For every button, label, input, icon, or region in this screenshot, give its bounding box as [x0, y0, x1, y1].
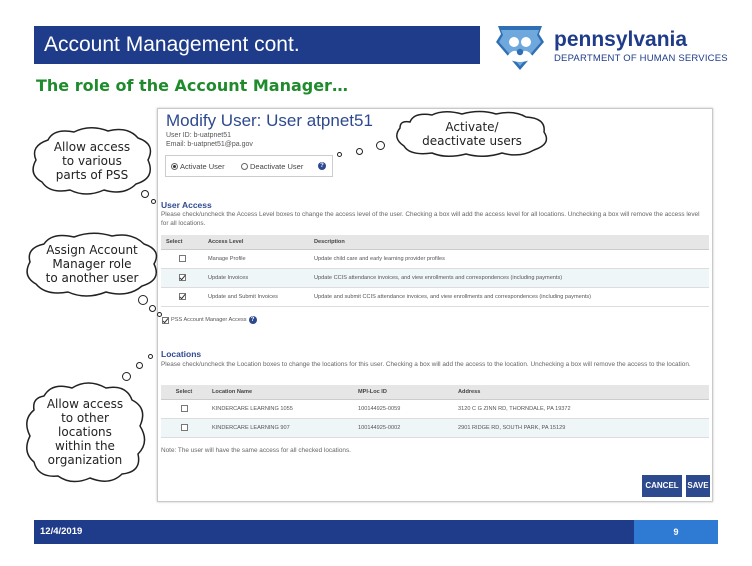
save-button[interactable]: SAVE [686, 475, 710, 497]
mpi-id-cell: 100144925-0059 [353, 399, 453, 419]
help-icon[interactable]: ? [248, 316, 257, 324]
deactivate-user-radio[interactable]: Deactivate User [241, 162, 303, 171]
pss-account-manager-option: PSS Account Manager Access ? [162, 316, 257, 324]
table-row: Update Invoices Update CCIS attendance i… [161, 268, 709, 288]
pss-account-manager-label: PSS Account Manager Access [171, 317, 247, 323]
description-cell: Update CCIS attendance invoices, and vie… [309, 268, 709, 288]
table-header-row: Select Location Name MPI-Loc ID Address [161, 385, 709, 400]
address-cell: 3120 C G ZINN RD, THORNDALE, PA 19372 [453, 399, 709, 419]
location-name-cell: KINDERCARE LEARNING 907 [207, 418, 353, 438]
access-level-cell: Update Invoices [203, 268, 309, 288]
slide-title: Account Management cont. [44, 33, 300, 56]
column-header: Select [161, 385, 207, 400]
column-header: Select [161, 235, 203, 250]
thought-bubble-dot [337, 152, 342, 157]
thought-bubble-dot [122, 372, 131, 381]
column-header: Address [453, 385, 709, 400]
slide-title-bar: Account Management cont. [34, 26, 480, 64]
user-access-instructions: Please check/uncheck the Access Level bo… [161, 211, 700, 227]
callout-activate-text: Activate/ deactivate users [422, 120, 522, 148]
thought-bubble-dot [157, 312, 162, 317]
footer-date: 12/4/2019 [40, 526, 83, 537]
locations-instructions: Please check/uncheck the Location boxes … [161, 361, 691, 368]
keystone-family-icon [496, 26, 544, 70]
radio-selected-icon [171, 163, 178, 170]
description-cell: Update child care and early learning pro… [309, 249, 709, 269]
page-number: 9 [634, 520, 718, 544]
user-access-heading: User Access [161, 200, 212, 210]
thought-bubble-dot [141, 190, 149, 198]
logo-department: DEPARTMENT OF HUMAN SERVICES [554, 53, 728, 64]
mpi-id-cell: 100144925-0002 [353, 418, 453, 438]
locations-heading: Locations [161, 349, 202, 359]
thought-bubble-dot [136, 362, 143, 369]
thought-bubble-dot [138, 295, 148, 305]
thought-bubble-dot [148, 354, 153, 359]
locations-table: Select Location Name MPI-Loc ID Address … [161, 385, 709, 438]
location-name-cell: KINDERCARE LEARNING 1055 [207, 399, 353, 419]
help-icon[interactable]: ? [318, 162, 326, 170]
callout-access-text: Allow access to various parts of PSS [53, 140, 131, 182]
locations-note: Note: The user will have the same access… [161, 447, 351, 454]
pa-dhs-logo: pennsylvania DEPARTMENT OF HUMAN SERVICE… [488, 22, 738, 72]
access-level-cell: Update and Submit Invoices [203, 287, 309, 307]
slide-subtitle: The role of the Account Manager… [36, 76, 348, 95]
update-invoices-checkbox[interactable] [178, 274, 186, 281]
location-checkbox[interactable] [180, 405, 188, 412]
access-level-table: Select Access Level Description Manage P… [161, 235, 709, 307]
cancel-button[interactable]: CANCEL [642, 475, 682, 497]
column-header: Location Name [207, 385, 353, 400]
thought-bubble-dot [356, 148, 363, 155]
thought-bubble-dot [149, 305, 156, 312]
logo-wordmark: pennsylvania [554, 28, 688, 51]
slide-footer: 12/4/2019 9 [34, 520, 718, 544]
column-header: Access Level [203, 235, 309, 250]
slide: Account Management cont. pennsylvania DE… [0, 0, 752, 566]
location-checkbox[interactable] [180, 424, 188, 431]
access-level-cell: Manage Profile [203, 249, 309, 269]
column-header: MPI-Loc ID [353, 385, 453, 400]
activate-user-radio[interactable]: Activate User [171, 162, 225, 171]
thought-bubble-dot [151, 199, 156, 204]
callout-assign-text: Assign Account Manager role to another u… [45, 243, 139, 285]
table-row: Update and Submit Invoices Update and su… [161, 287, 709, 307]
radio-unselected-icon [241, 163, 248, 170]
user-id-text: User ID: b-uatpnet51 [166, 132, 231, 139]
callout-activate: Activate/ deactivate users [392, 110, 552, 158]
description-cell: Update and submit CCIS attendance invoic… [309, 287, 709, 307]
user-email-text: Email: b-uatpnet51@pa.gov [166, 141, 253, 148]
deactivate-user-label: Deactivate User [250, 162, 304, 171]
callout-assign: Assign Account Manager role to another u… [22, 232, 162, 298]
table-header-row: Select Access Level Description [161, 235, 709, 250]
thought-bubble-dot [376, 141, 385, 150]
update-submit-invoices-checkbox[interactable] [178, 293, 186, 300]
table-row: KINDERCARE LEARNING 907 100144925-0002 2… [161, 418, 709, 438]
modify-user-screen: Modify User: User atpnet51 User ID: b-ua… [157, 108, 713, 502]
table-row: KINDERCARE LEARNING 1055 100144925-0059 … [161, 399, 709, 419]
activation-radio-group: Activate User Deactivate User ? [165, 155, 333, 177]
column-header: Description [309, 235, 709, 250]
address-cell: 2901 RIDGE RD, SOUTH PARK, PA 15129 [453, 418, 709, 438]
callout-locations: Allow access to other locations within t… [22, 380, 148, 484]
modify-user-title: Modify User: User atpnet51 [166, 111, 373, 130]
activate-user-label: Activate User [180, 162, 225, 171]
table-row: Manage Profile Update child care and ear… [161, 249, 709, 269]
pss-account-manager-checkbox[interactable] [162, 316, 169, 324]
manage-profile-checkbox[interactable] [178, 255, 186, 262]
callout-access: Allow access to various parts of PSS [28, 126, 156, 196]
callout-locations-text: Allow access to other locations within t… [46, 397, 124, 467]
